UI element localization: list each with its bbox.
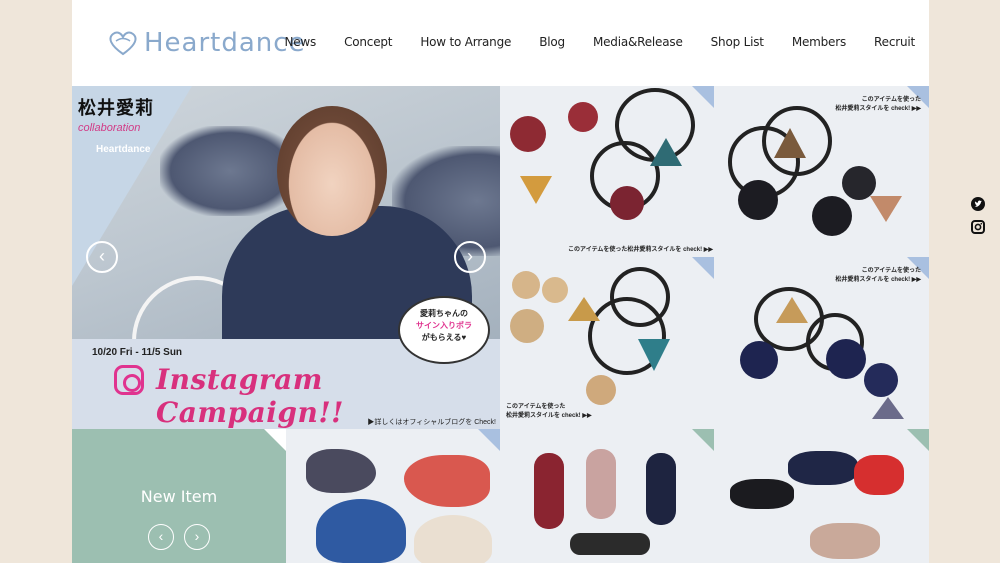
tile-caption[interactable]: このアイテムを使った 松井愛莉スタイルを check! ▶▶ bbox=[835, 265, 921, 283]
instagram-logo-icon bbox=[114, 365, 144, 395]
bubble-line-2: サイン入りポラ bbox=[416, 321, 472, 330]
tile-caption[interactable]: このアイテムを使った松井愛莉スタイルを check! ▶▶ bbox=[568, 244, 713, 253]
tile-corner-icon bbox=[478, 429, 500, 451]
heart-logo-icon bbox=[109, 31, 137, 56]
product-tile-1[interactable]: このアイテムを使った松井愛莉スタイルを check! ▶▶ bbox=[500, 86, 714, 257]
charm-image bbox=[650, 138, 682, 166]
hero-next-button[interactable]: › bbox=[454, 241, 486, 273]
pompom-image bbox=[568, 102, 598, 132]
product-tile-4[interactable]: このアイテムを使った 松井愛莉スタイルを check! ▶▶ bbox=[714, 257, 929, 429]
charm-image bbox=[638, 339, 670, 371]
charm-image bbox=[774, 128, 806, 158]
model-portrait bbox=[277, 106, 387, 236]
pompom-image bbox=[610, 186, 644, 220]
nav-recruit[interactable]: Recruit bbox=[874, 35, 915, 49]
pompom-image bbox=[542, 277, 568, 303]
bubble-line-3: がもらえる♥ bbox=[421, 333, 467, 342]
ribbon-image bbox=[788, 451, 858, 485]
scrunchie-image bbox=[534, 453, 564, 529]
pompom-image bbox=[738, 180, 778, 220]
charm-image bbox=[520, 176, 552, 204]
page: Heartdance News Concept How to Arrange B… bbox=[72, 0, 929, 563]
tile-caption-line: このアイテムを使った bbox=[861, 268, 921, 274]
new-item-prev-button[interactable]: ‹ bbox=[148, 524, 174, 550]
nav-members[interactable]: Members bbox=[792, 35, 846, 49]
product-tile-ribbon-2[interactable] bbox=[714, 429, 929, 563]
hero-title: 松井愛莉 bbox=[78, 98, 154, 118]
tile-caption-line: 松井愛莉スタイルを check! ▶▶ bbox=[506, 413, 592, 419]
tile-corner-icon bbox=[907, 429, 929, 451]
ribbon-image bbox=[316, 499, 406, 563]
hero-prev-button[interactable]: ‹ bbox=[86, 241, 118, 273]
tile-caption-line: 松井愛莉スタイルを check! ▶▶ bbox=[835, 277, 921, 283]
campaign-date: 10/20 Fri - 11/5 Sun bbox=[92, 347, 183, 358]
hero-slider[interactable]: 松井愛莉 collaboration Heartdance ‹ › 10/20 … bbox=[72, 86, 500, 429]
main-nav: News Concept How to Arrange Blog Media&R… bbox=[256, 35, 915, 49]
ribbon-image bbox=[414, 515, 492, 563]
ribbon-image bbox=[854, 455, 904, 495]
speech-bubble: 愛莉ちゃんの サイン入りポラ がもらえる♥ bbox=[398, 296, 490, 364]
tile-caption[interactable]: このアイテムを使った 松井愛莉スタイルを check! ▶▶ bbox=[506, 401, 592, 419]
nav-blog[interactable]: Blog bbox=[539, 35, 565, 49]
scrunchie-image bbox=[646, 453, 676, 525]
pompom-image bbox=[842, 166, 876, 200]
pompom-image bbox=[812, 196, 852, 236]
product-tile-ribbon-1[interactable] bbox=[286, 429, 500, 563]
ribbon-image bbox=[404, 455, 490, 507]
pompom-image bbox=[512, 271, 540, 299]
clip-image bbox=[570, 533, 650, 555]
charm-image bbox=[568, 297, 600, 321]
new-item-next-button[interactable]: › bbox=[184, 524, 210, 550]
campaign-detail-link[interactable]: ▶詳しくはオフィシャルブログを Check! bbox=[367, 417, 496, 427]
instagram-icon[interactable] bbox=[971, 220, 985, 234]
ribbon-image bbox=[730, 479, 794, 509]
product-tile-2[interactable]: このアイテムを使った 松井愛莉スタイルを check! ▶▶ bbox=[714, 86, 929, 257]
bubble-line-1: 愛莉ちゃんの bbox=[420, 309, 468, 318]
tile-corner-icon bbox=[692, 429, 714, 451]
tile-caption-line: 松井愛莉スタイルを check! ▶▶ bbox=[835, 106, 921, 112]
nav-news[interactable]: News bbox=[284, 35, 316, 49]
ribbon-image bbox=[810, 523, 880, 559]
site-header: Heartdance News Concept How to Arrange B… bbox=[72, 0, 929, 86]
tile-corner-icon bbox=[692, 257, 714, 279]
charm-image bbox=[870, 196, 902, 222]
pompom-image bbox=[864, 363, 898, 397]
tile-caption-line: このアイテムを使った bbox=[861, 97, 921, 103]
product-tile-scrunchie[interactable] bbox=[500, 429, 714, 563]
hero-subtitle: collaboration bbox=[78, 122, 141, 134]
nav-concept[interactable]: Concept bbox=[344, 35, 392, 49]
ribbon-image bbox=[306, 449, 376, 493]
new-item-label: New Item bbox=[140, 487, 218, 506]
nav-media-release[interactable]: Media&Release bbox=[593, 35, 683, 49]
hero-brand: Heartdance bbox=[96, 144, 151, 155]
new-item-tile[interactable]: New Item ‹ › bbox=[72, 429, 286, 563]
tile-corner-icon bbox=[692, 86, 714, 108]
product-tile-3[interactable]: このアイテムを使った 松井愛莉スタイルを check! ▶▶ bbox=[500, 257, 714, 429]
hair-tie-image bbox=[610, 267, 670, 327]
pompom-image bbox=[510, 116, 546, 152]
pompom-image bbox=[740, 341, 778, 379]
nav-shop-list[interactable]: Shop List bbox=[711, 35, 764, 49]
charm-image bbox=[872, 397, 904, 419]
tile-caption-line: このアイテムを使った bbox=[506, 404, 566, 410]
nav-how-to-arrange[interactable]: How to Arrange bbox=[420, 35, 511, 49]
scrunchie-image bbox=[586, 449, 616, 519]
tile-corner-icon bbox=[264, 429, 286, 451]
twitter-icon[interactable] bbox=[971, 197, 985, 211]
pompom-image bbox=[510, 309, 544, 343]
pompom-image bbox=[826, 339, 866, 379]
tile-caption[interactable]: このアイテムを使った 松井愛莉スタイルを check! ▶▶ bbox=[835, 94, 921, 112]
charm-image bbox=[776, 297, 808, 323]
